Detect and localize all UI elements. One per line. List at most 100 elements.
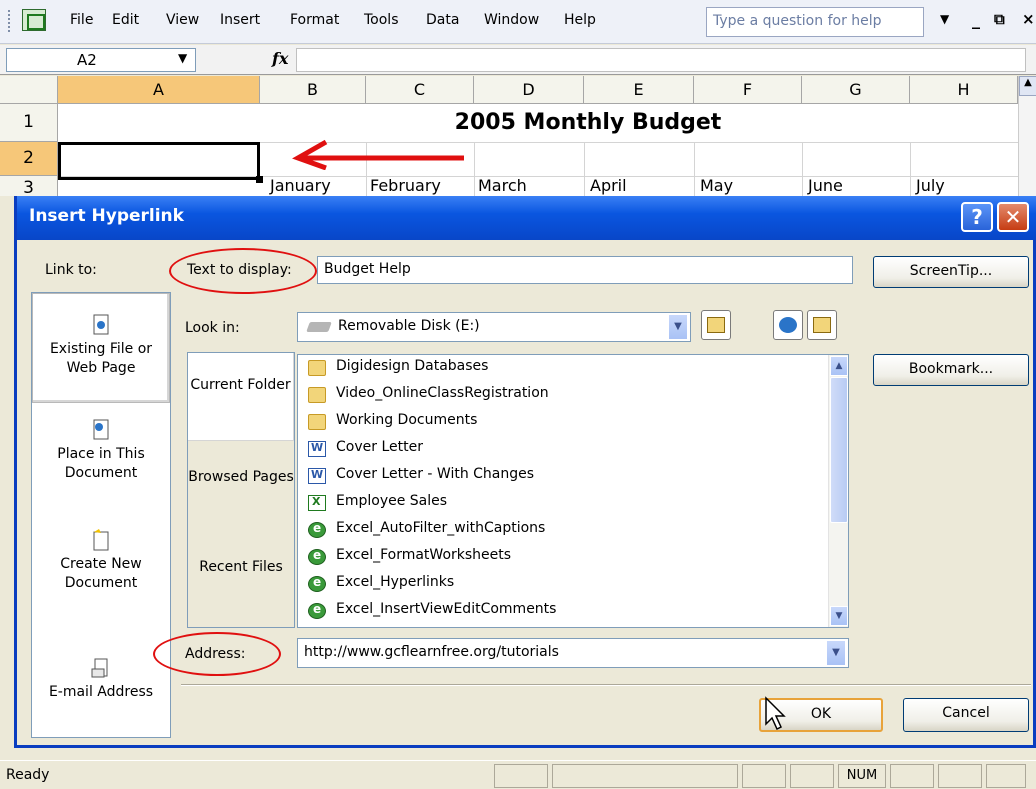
nav-current-folder[interactable]: Current Folder — [188, 353, 294, 441]
dialog-separator — [181, 684, 1031, 686]
menu-insert[interactable]: Insert — [220, 12, 260, 28]
row-header-2[interactable]: 2 — [0, 142, 58, 176]
menu-format[interactable]: Format — [290, 12, 339, 28]
address-input[interactable]: http://www.gcflearnfree.org/tutorials ▼ — [297, 638, 849, 668]
column-header-b[interactable]: B — [260, 76, 366, 104]
file-list-scrollbar[interactable]: ▲ ▼ — [828, 355, 848, 627]
menu-tools[interactable]: Tools — [364, 12, 399, 28]
place-existing-file[interactable]: Existing File or Web Page — [32, 293, 170, 403]
status-num: NUM — [846, 768, 878, 783]
menu-help[interactable]: Help — [564, 12, 596, 28]
column-header-e[interactable]: E — [584, 76, 694, 104]
menu-window[interactable]: Window — [484, 12, 539, 28]
select-all-corner[interactable] — [0, 76, 58, 104]
file-name: Excel_AutoFilter_withCaptions — [336, 520, 546, 536]
browse-web-icon — [779, 317, 797, 333]
status-panel — [986, 764, 1026, 788]
active-cell-a2[interactable] — [58, 142, 263, 183]
month-cell[interactable]: February — [370, 176, 441, 195]
column-header-f[interactable]: F — [694, 76, 802, 104]
text-to-display-input[interactable]: Budget Help — [317, 256, 853, 284]
browse-web-button[interactable] — [773, 310, 803, 340]
menu-view[interactable]: View — [166, 12, 199, 28]
menu-edit[interactable]: Edit — [112, 12, 139, 28]
close-icon[interactable]: ✕ — [997, 202, 1029, 232]
nav-browsed-pages[interactable]: Browsed Pages — [188, 445, 294, 531]
formula-input[interactable] — [296, 48, 1026, 72]
row-header-3[interactable]: 3 — [0, 176, 58, 196]
help-search-input[interactable]: Type a question for help — [706, 7, 924, 37]
file-name: Employee Sales — [336, 493, 448, 509]
month-cell[interactable]: April — [590, 176, 627, 195]
month-cell[interactable]: January — [270, 176, 331, 195]
file-list-item[interactable]: Digidesign Databases — [298, 355, 848, 382]
column-header-c[interactable]: C — [366, 76, 474, 104]
file-list-item[interactable]: Employee Sales — [298, 490, 848, 517]
place-in-document-icon — [93, 419, 109, 440]
scroll-up-icon[interactable]: ▲ — [1019, 76, 1036, 96]
month-cell[interactable]: June — [808, 176, 843, 195]
insert-hyperlink-dialog: Insert Hyperlink ? ✕ Link to: Existing F… — [14, 196, 1036, 748]
open-folder-icon — [813, 317, 831, 333]
web-page-icon — [308, 548, 326, 565]
excel-app-icon[interactable] — [22, 9, 46, 31]
file-list-item[interactable]: Video_OnlineClassRegistration — [298, 382, 848, 409]
help-icon[interactable]: ? — [961, 202, 993, 232]
file-list-item[interactable]: Excel_InsertViewEditComments — [298, 598, 848, 625]
month-cell[interactable]: July — [916, 176, 945, 195]
name-box-dropdown-icon[interactable]: ▼ — [178, 51, 187, 65]
row-header-1[interactable]: 1 — [0, 104, 58, 142]
up-one-folder-button[interactable] — [701, 310, 731, 340]
restore-icon[interactable]: ⧉ — [994, 10, 1005, 28]
scroll-thumb[interactable] — [830, 377, 848, 523]
minimize-icon[interactable]: _ — [972, 10, 980, 29]
file-list-item[interactable]: Excel_Hyperlinks — [298, 571, 848, 598]
dialog-titlebar[interactable]: Insert Hyperlink ? ✕ — [17, 196, 1036, 240]
status-panel — [742, 764, 786, 788]
screentip-button[interactable]: ScreenTip... — [873, 256, 1029, 288]
scroll-up-icon[interactable]: ▲ — [830, 356, 848, 376]
place-create-new[interactable]: Create New Document — [32, 523, 170, 623]
folder-icon — [308, 387, 326, 403]
insert-function-icon[interactable]: fx — [272, 49, 288, 68]
worksheet-scrollbar[interactable]: ▲ — [1018, 76, 1036, 196]
excel-doc-icon — [308, 495, 326, 511]
month-cell[interactable]: March — [478, 176, 527, 195]
look-in-dropdown-icon[interactable]: ▼ — [668, 314, 688, 340]
status-ready: Ready — [6, 767, 50, 783]
column-header-d[interactable]: D — [474, 76, 584, 104]
place-in-document[interactable]: Place in This Document — [32, 413, 170, 513]
menu-data[interactable]: Data — [426, 12, 459, 28]
scroll-down-icon[interactable]: ▼ — [830, 606, 848, 626]
look-in-select[interactable]: Removable Disk (E:) ▼ — [297, 312, 691, 342]
toolbar-grip[interactable] — [8, 10, 12, 32]
file-name: Excel_InsertViewEditComments — [336, 601, 557, 617]
menu-file[interactable]: File — [70, 12, 93, 28]
file-list-item[interactable]: Working Documents — [298, 409, 848, 436]
column-header-a[interactable]: A — [58, 76, 260, 104]
close-window-icon[interactable]: × — [1022, 10, 1035, 28]
bookmark-button[interactable]: Bookmark... — [873, 354, 1029, 386]
place-email-address[interactable]: E-mail Address — [32, 633, 170, 733]
name-box[interactable]: A2 — [6, 48, 196, 72]
removable-disk-icon — [306, 322, 332, 332]
status-panel — [938, 764, 982, 788]
budget-title-cell[interactable]: 2005 Monthly Budget — [258, 110, 918, 135]
file-list-item[interactable]: Excel_FormatWorksheets — [298, 544, 848, 571]
column-header-g[interactable]: G — [802, 76, 910, 104]
file-name: Excel_FormatWorksheets — [336, 547, 512, 563]
menu-bar: File Edit View Insert Format Tools Data … — [0, 0, 1036, 44]
cancel-button[interactable]: Cancel — [903, 698, 1029, 732]
month-cell[interactable]: May — [700, 176, 733, 195]
file-list-item[interactable]: Cover Letter — [298, 436, 848, 463]
nav-recent-files[interactable]: Recent Files — [188, 535, 294, 625]
help-dropdown-icon[interactable]: ▼ — [940, 12, 949, 26]
link-to-label: Link to: — [45, 262, 97, 278]
column-header-h[interactable]: H — [910, 76, 1018, 104]
worksheet-grid: A B C D E F G H 1 2 3 2005 Monthly Budge… — [0, 76, 1036, 196]
file-list-item[interactable]: Cover Letter - With Changes — [298, 463, 848, 490]
address-annotation — [153, 632, 281, 676]
address-dropdown-icon[interactable]: ▼ — [826, 640, 846, 666]
file-list-item[interactable]: Excel_AutoFilter_withCaptions — [298, 517, 848, 544]
browse-file-button[interactable] — [807, 310, 837, 340]
